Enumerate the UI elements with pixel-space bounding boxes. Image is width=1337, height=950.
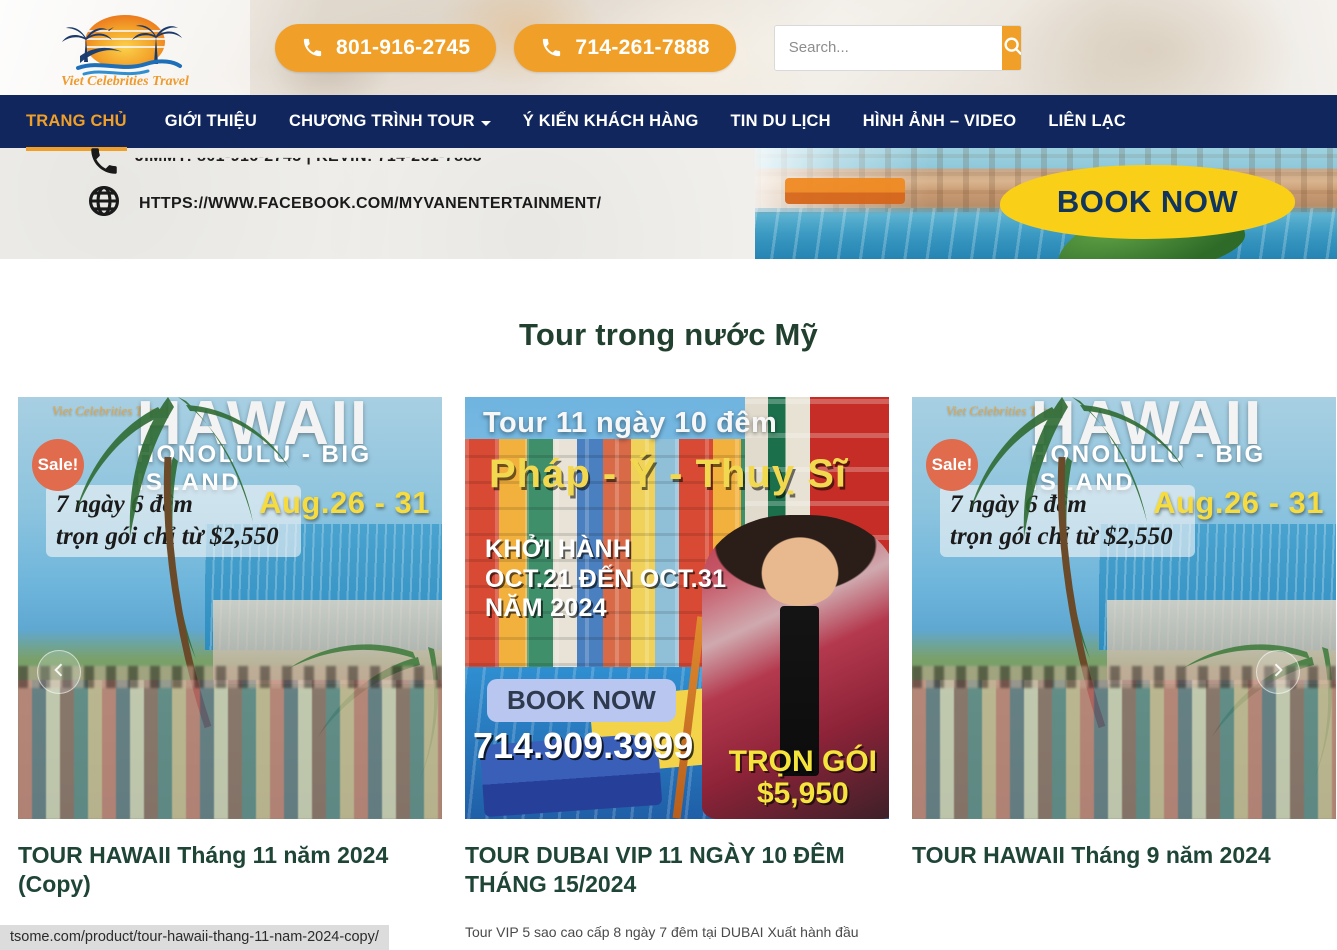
poster-duration: 7 ngày 6 đêm: [950, 491, 1087, 518]
product-card-1: Viet Celebrities Travel HAWAII HONOLULU …: [18, 397, 442, 950]
hero-website-row: HTTPS://WWW.FACEBOOK.COM/MYVANENTERTAINM…: [87, 184, 601, 223]
product-image-1[interactable]: Viet Celebrities Travel HAWAII HONOLULU …: [18, 397, 442, 819]
poster-price: trọn gói chỉ từ $2,550: [56, 523, 279, 550]
logo-image: Viet Celebrities Travel: [50, 8, 200, 88]
product-title-2[interactable]: TOUR DUBAI VIP 11 NGÀY 10 ĐÊM THÁNG 15/2…: [465, 841, 889, 900]
search-input[interactable]: [774, 25, 1002, 70]
section-title: Tour trong nước Mỹ: [519, 317, 818, 352]
departure-year: NĂM 2024: [485, 594, 607, 622]
product-title-3[interactable]: TOUR HAWAII Tháng 9 năm 2024: [912, 841, 1336, 870]
hero-right-photo: BOOK NOW: [755, 148, 1337, 259]
poster-countries: Pháp - Ý - Thuỵ Sĩ: [489, 452, 848, 496]
package-price: $5,950: [756, 776, 849, 810]
poster-book-now-button[interactable]: BOOK NOW: [487, 679, 676, 722]
phone-icon: [87, 148, 121, 174]
site-logo[interactable]: Viet Celebrities Travel: [0, 0, 250, 95]
poster-phone-number: 714.909.3999: [473, 725, 694, 766]
package-label: TRỌN GÓI: [728, 745, 877, 778]
phone-icon: [540, 36, 563, 59]
svg-text:Viet Celebrities Travel: Viet Celebrities Travel: [61, 74, 189, 88]
search-button[interactable]: [1001, 25, 1021, 70]
nav-item-tin-du-lich[interactable]: TIN DU LỊCH: [715, 95, 847, 148]
chevron-down-icon: [480, 120, 491, 126]
poster-duration: 7 ngày 6 đêm: [56, 491, 193, 518]
nav-item-chuong-trinh-tour[interactable]: CHƯƠNG TRÌNH TOUR: [273, 95, 507, 148]
nav-item-gioi-thieu[interactable]: GIỚI THIỆU: [149, 95, 273, 148]
globe-icon: [87, 184, 121, 223]
product-image-2[interactable]: Tour 11 ngày 10 đêm Pháp - Ý - Thuỵ Sĩ K…: [465, 397, 889, 819]
poster-crowd: [912, 679, 1336, 819]
phone-button-group: 801-916-2745 714-261-7888: [275, 23, 736, 72]
poster-dates: Aug.26 - 31: [1153, 485, 1324, 520]
product-title-1[interactable]: TOUR HAWAII Tháng 11 năm 2024 (Copy): [18, 841, 442, 900]
chevron-right-icon: [1268, 660, 1288, 685]
search-icon: [1002, 35, 1021, 60]
nav-label: TRANG CHỦ: [26, 112, 127, 130]
site-header: Viet Celebrities Travel 801-916-2745 714…: [0, 0, 1337, 95]
book-now-label: BOOK NOW: [1056, 184, 1239, 219]
carousel-prev-button[interactable]: [37, 650, 81, 694]
departure-label: KHỞI HÀNH: [485, 535, 632, 563]
product-description-2: Tour VIP 5 sao cao cấp 8 ngày 7 đêm tại …: [465, 923, 859, 940]
phone-button-2-label: 714-261-7888: [575, 35, 710, 59]
phone-button-1-label: 801-916-2745: [336, 35, 471, 59]
nav-label: HÌNH ẢNH – VIDEO: [862, 112, 1017, 130]
product-image-3[interactable]: Viet Celebrities Travel HAWAII HONOLULU …: [912, 397, 1336, 819]
poster-package-price: TRỌN GÓI $5,950: [729, 746, 877, 809]
nav-label: GIỚI THIỆU: [164, 112, 257, 130]
book-now-button[interactable]: BOOK NOW: [1000, 165, 1295, 239]
phone-button-1[interactable]: 801-916-2745: [275, 23, 497, 72]
page-root: Viet Celebrities Travel 801-916-2745 714…: [0, 0, 1337, 950]
hero-boat-decoration: [785, 178, 905, 204]
phone-button-2[interactable]: 714-261-7888: [514, 23, 736, 72]
hero-banner: BOOK NOW JIMMY: 801-916-2745 | KEVIN: 71…: [0, 148, 1337, 259]
nav-label: CHƯƠNG TRÌNH TOUR: [288, 112, 475, 130]
departure-dates: OCT.21 ĐẾN OCT.31: [485, 564, 727, 593]
nav-item-y-kien-khach-hang[interactable]: Ý KIẾN KHÁCH HÀNG: [507, 95, 715, 148]
palm-sunset-logo-icon: Viet Celebrities Travel: [61, 14, 189, 88]
product-card-2: Tour 11 ngày 10 đêm Pháp - Ý - Thuỵ Sĩ K…: [465, 397, 889, 950]
nav-label: TIN DU LỊCH: [730, 112, 831, 130]
phone-icon: [301, 36, 324, 59]
nav-label: Ý KIẾN KHÁCH HÀNG: [522, 112, 699, 130]
search-box: [773, 24, 1022, 71]
poster-departure: KHỞI HÀNH OCT.21 ĐẾN OCT.31 NĂM 2024: [485, 535, 726, 624]
poster-dates: Aug.26 - 31: [259, 485, 430, 520]
browser-status-bar: tsome.com/product/tour-hawaii-thang-11-n…: [0, 925, 389, 950]
nav-item-trang-chu[interactable]: TRANG CHỦ: [26, 95, 149, 151]
chevron-left-icon: [49, 660, 69, 685]
europe-poster: Tour 11 ngày 10 đêm Pháp - Ý - Thuỵ Sĩ K…: [465, 397, 889, 819]
poster-crowd: [18, 679, 442, 819]
sale-badge: Sale!: [926, 439, 978, 491]
hero-website-url[interactable]: HTTPS://WWW.FACEBOOK.COM/MYVANENTERTAINM…: [139, 195, 601, 213]
product-carousel: Viet Celebrities Travel HAWAII HONOLULU …: [0, 397, 1337, 950]
carousel-next-button[interactable]: [1256, 650, 1300, 694]
poster-headline: Tour 11 ngày 10 đêm: [483, 407, 778, 439]
nav-item-hinh-anh-video[interactable]: HÌNH ẢNH – VIDEO: [847, 95, 1033, 148]
nav-item-lien-lac[interactable]: LIÊN LẠC: [1032, 95, 1142, 148]
poster-price: trọn gói chỉ từ $2,550: [950, 523, 1173, 550]
main-navigation: TRANG CHỦ GIỚI THIỆU CHƯƠNG TRÌNH TOUR Ý…: [0, 95, 1337, 151]
sale-badge: Sale!: [32, 439, 84, 491]
nav-label: LIÊN LẠC: [1048, 112, 1127, 130]
